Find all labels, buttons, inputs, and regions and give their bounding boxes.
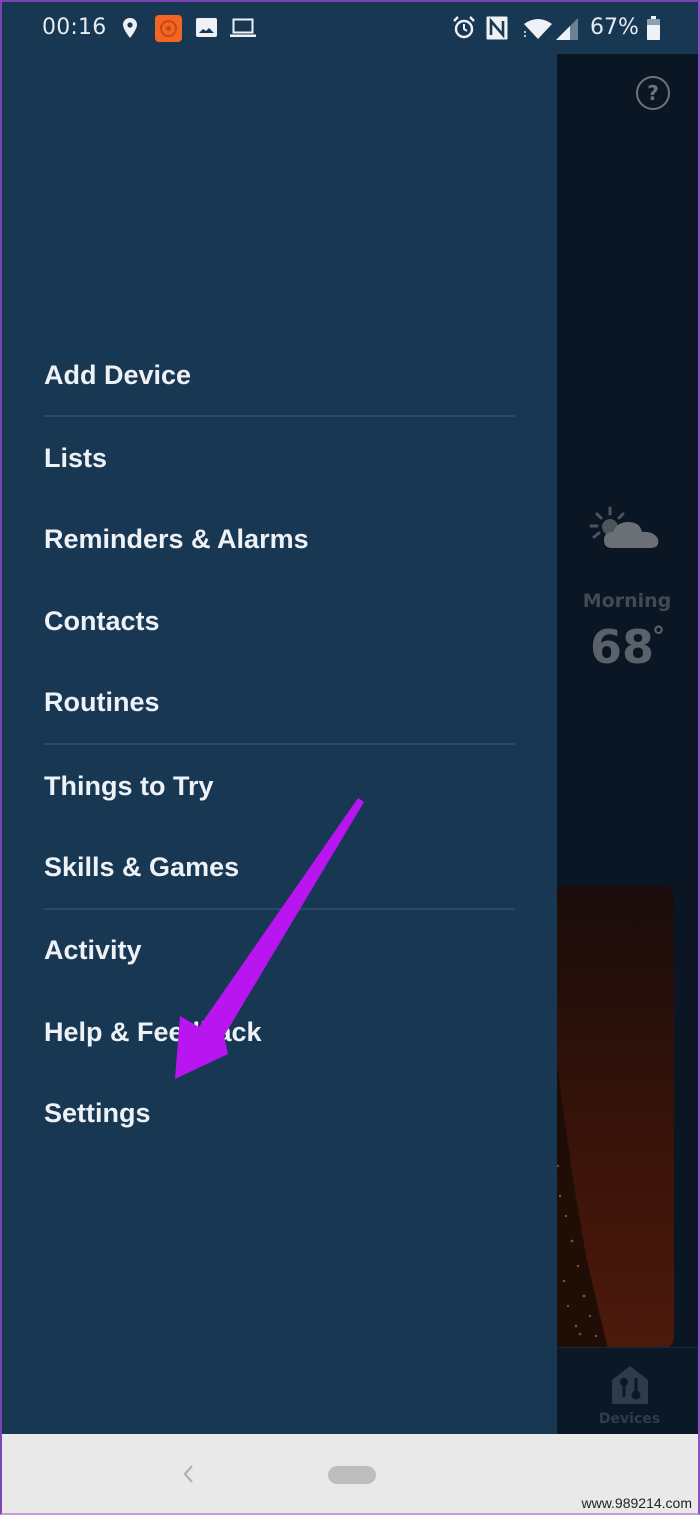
- menu-item-label: Reminders & Alarms: [44, 523, 309, 554]
- nfc-icon: [486, 16, 508, 40]
- eiffel-tower-image: [550, 1036, 608, 1348]
- back-button[interactable]: [174, 1459, 202, 1489]
- help-button[interactable]: ?: [636, 76, 670, 110]
- devices-label: Devices: [598, 1411, 661, 1427]
- weather-temperature: 68: [590, 620, 655, 674]
- orange-app-notification-icon: [155, 15, 182, 42]
- menu-item-settings[interactable]: Settings: [44, 1088, 514, 1138]
- battery-icon: [647, 16, 660, 40]
- location-pin-icon: [123, 18, 137, 38]
- system-navigation-bar: www.989214.com: [2, 1434, 698, 1513]
- cell-signal-icon: [556, 18, 578, 40]
- menu-item-skills-games[interactable]: Skills & Games: [44, 842, 514, 892]
- menu-item-label: Skills & Games: [44, 851, 240, 882]
- menu-item-label: Settings: [44, 1097, 151, 1128]
- menu-item-things-to-try[interactable]: Things to Try: [44, 761, 514, 811]
- menu-item-label: Things to Try: [44, 770, 214, 801]
- menu-item-label: Help & Feedback: [44, 1016, 262, 1047]
- back-chevron-icon: [183, 1465, 193, 1483]
- image-icon: [196, 18, 217, 37]
- divider: [44, 415, 515, 417]
- phone-screen: ? Morning 68 ° Devices Add Device Lists …: [0, 0, 700, 1515]
- menu-item-label: Activity: [44, 934, 142, 965]
- menu-item-help-feedback[interactable]: Help & Feedback: [44, 1007, 514, 1057]
- status-time: 00:16: [42, 15, 107, 40]
- menu-item-label: Add Device: [44, 359, 192, 390]
- menu-item-label: Lists: [44, 442, 108, 473]
- question-mark-icon: ?: [647, 81, 659, 105]
- bottom-navigation: Devices: [557, 1347, 698, 1435]
- eiffel-tower-image-card[interactable]: [550, 886, 674, 1348]
- menu-item-routines[interactable]: Routines: [44, 677, 514, 727]
- degree-symbol: °: [652, 622, 665, 652]
- menu-item-label: Routines: [44, 686, 160, 717]
- home-pill-button[interactable]: [328, 1466, 376, 1484]
- watermark: www.989214.com: [581, 1495, 692, 1511]
- menu-item-label: Contacts: [44, 605, 160, 636]
- weather-period: Morning: [582, 590, 672, 612]
- divider: [44, 743, 515, 745]
- menu-item-reminders-alarms[interactable]: Reminders & Alarms: [44, 514, 514, 564]
- menu-item-add-device[interactable]: Add Device: [44, 350, 514, 400]
- partly-cloudy-icon: [589, 506, 659, 548]
- laptop-icon: [230, 18, 256, 37]
- wifi-icon: [524, 19, 552, 39]
- status-bar: 00:16 67%: [2, 2, 698, 54]
- menu-item-contacts[interactable]: Contacts: [44, 596, 514, 646]
- devices-home-icon: [612, 1366, 648, 1404]
- menu-item-activity[interactable]: Activity: [44, 925, 514, 975]
- menu-item-lists[interactable]: Lists: [44, 433, 514, 483]
- tab-devices[interactable]: Devices: [557, 1348, 698, 1435]
- battery-percent: 67%: [590, 15, 639, 40]
- divider: [44, 908, 515, 910]
- alarm-clock-icon: [453, 16, 475, 39]
- navigation-drawer: Add Device Lists Reminders & Alarms Cont…: [2, 2, 557, 1434]
